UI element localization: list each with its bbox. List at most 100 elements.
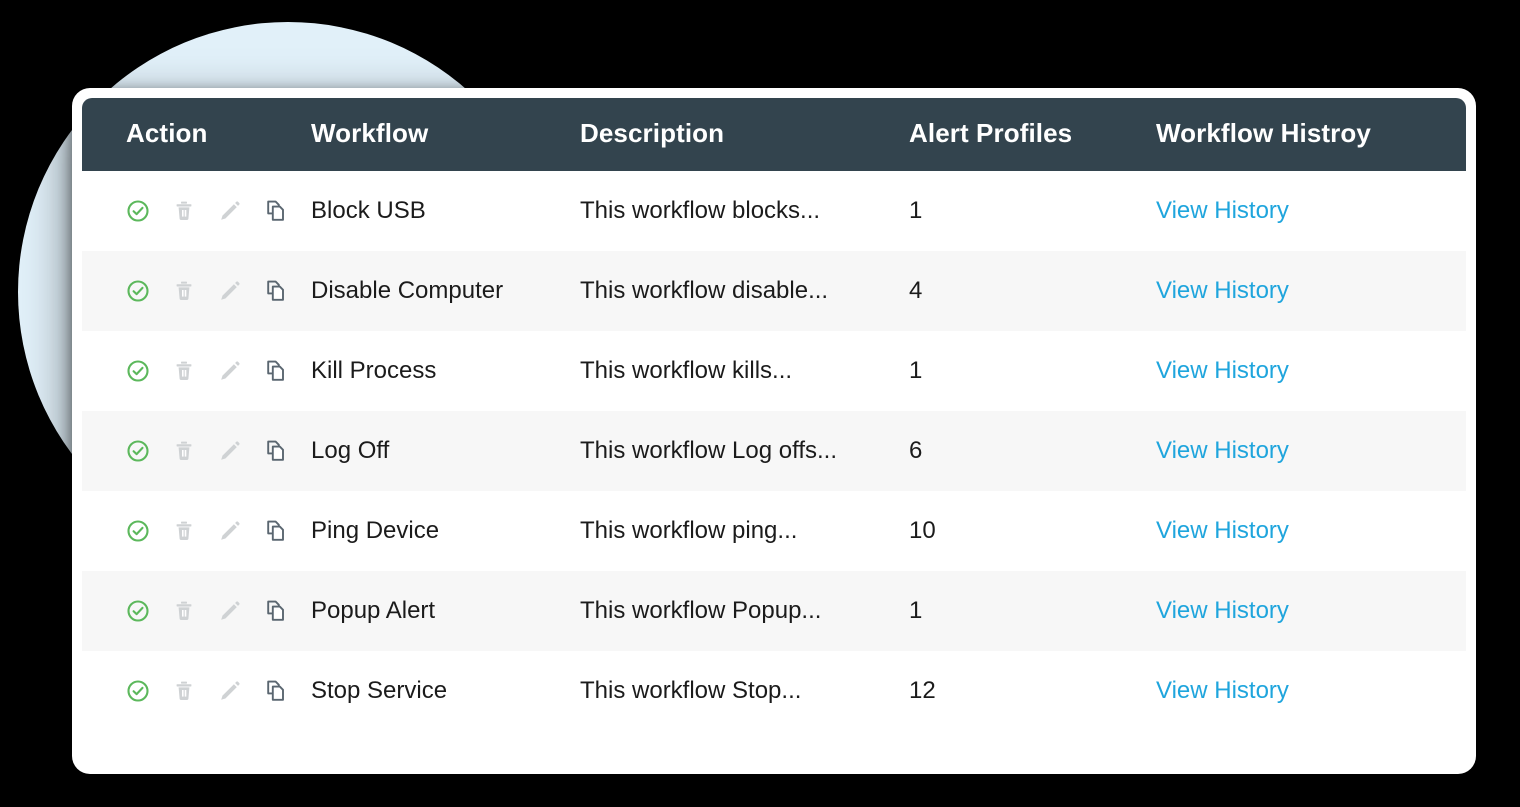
cell-workflow-name: Popup Alert bbox=[297, 571, 562, 651]
workflow-description: This workflow disable... bbox=[580, 277, 829, 304]
cell-alert-profiles: 1 bbox=[887, 571, 1132, 651]
cell-action bbox=[82, 251, 297, 331]
cell-workflow-history: View History bbox=[1132, 411, 1466, 491]
delete-icon[interactable] bbox=[172, 599, 196, 623]
duplicate-icon[interactable] bbox=[264, 439, 288, 463]
workflow-description: This workflow ping... bbox=[580, 517, 798, 544]
view-history-link[interactable]: View History bbox=[1132, 517, 1289, 545]
action-icon-group bbox=[82, 439, 297, 463]
edit-icon[interactable] bbox=[218, 199, 242, 223]
view-history-link[interactable]: View History bbox=[1132, 677, 1289, 705]
enable-icon[interactable] bbox=[126, 679, 150, 703]
alert-profile-count: 1 bbox=[909, 597, 923, 624]
column-header-description: Description bbox=[580, 118, 725, 148]
duplicate-icon[interactable] bbox=[264, 199, 288, 223]
action-icon-group bbox=[82, 599, 297, 623]
enable-icon[interactable] bbox=[126, 199, 150, 223]
action-icon-group bbox=[82, 679, 297, 703]
column-header-workflow: Workflow bbox=[311, 118, 429, 148]
view-history-link[interactable]: View History bbox=[1132, 277, 1289, 305]
delete-icon[interactable] bbox=[172, 279, 196, 303]
duplicate-icon[interactable] bbox=[264, 279, 288, 303]
cell-alert-profiles: 12 bbox=[887, 651, 1132, 731]
table-body: Block USB This workflow blocks... 1 View Hi… bbox=[82, 171, 1466, 731]
edit-icon[interactable] bbox=[218, 439, 242, 463]
delete-icon[interactable] bbox=[172, 199, 196, 223]
edit-icon[interactable] bbox=[218, 679, 242, 703]
cell-description: This workflow disable... bbox=[562, 251, 887, 331]
workflow-name: Ping Device bbox=[311, 517, 440, 544]
view-history-link[interactable]: View History bbox=[1132, 357, 1289, 385]
cell-description: This workflow kills... bbox=[562, 331, 887, 411]
cell-action bbox=[82, 651, 297, 731]
enable-icon[interactable] bbox=[126, 519, 150, 543]
enable-icon[interactable] bbox=[126, 279, 150, 303]
cell-workflow-history: View History bbox=[1132, 651, 1466, 731]
cell-action bbox=[82, 411, 297, 491]
cell-action bbox=[82, 171, 297, 251]
alert-profile-count: 10 bbox=[909, 517, 936, 544]
column-header-alert-profiles: Alert Profiles bbox=[909, 118, 1073, 148]
enable-icon[interactable] bbox=[126, 599, 150, 623]
workflow-description: This workflow Stop... bbox=[580, 677, 802, 704]
cell-workflow-name: Disable Computer bbox=[297, 251, 562, 331]
action-icon-group bbox=[82, 359, 297, 383]
edit-icon[interactable] bbox=[218, 359, 242, 383]
table-row: Popup Alert This workflow Popup... 1 View H… bbox=[82, 571, 1466, 651]
action-icon-group bbox=[82, 199, 297, 223]
table-row: Block USB This workflow blocks... 1 View Hi… bbox=[82, 171, 1466, 251]
workflow-name: Popup Alert bbox=[311, 597, 436, 624]
workflow-description: This workflow kills... bbox=[580, 357, 793, 384]
cell-workflow-name: Log Off bbox=[297, 411, 562, 491]
enable-icon[interactable] bbox=[126, 439, 150, 463]
cell-workflow-history: View History bbox=[1132, 251, 1466, 331]
duplicate-icon[interactable] bbox=[264, 679, 288, 703]
cell-workflow-history: View History bbox=[1132, 571, 1466, 651]
cell-workflow-history: View History bbox=[1132, 331, 1466, 411]
cell-alert-profiles: 1 bbox=[887, 331, 1132, 411]
cell-description: This workflow ping... bbox=[562, 491, 887, 571]
cell-action bbox=[82, 571, 297, 651]
workflow-name: Stop Service bbox=[311, 677, 448, 704]
duplicate-icon[interactable] bbox=[264, 359, 288, 383]
action-icon-group bbox=[82, 519, 297, 543]
duplicate-icon[interactable] bbox=[264, 519, 288, 543]
table-row: Log Off This workflow Log offs... 6 View Hi… bbox=[82, 411, 1466, 491]
column-header-workflow-history: Workflow Histroy bbox=[1156, 118, 1371, 148]
workflow-table: Action Workflow Description Alert Profil… bbox=[82, 98, 1466, 731]
cell-description: This workflow Popup... bbox=[562, 571, 887, 651]
workflow-description: This workflow Log offs... bbox=[580, 437, 837, 464]
column-header-action: Action bbox=[126, 118, 208, 148]
workflow-description: This workflow Popup... bbox=[580, 597, 822, 624]
view-history-link[interactable]: View History bbox=[1132, 197, 1289, 225]
table-header-row: Action Workflow Description Alert Profil… bbox=[82, 98, 1466, 171]
table-row: Stop Service This workflow Stop... 12 View … bbox=[82, 651, 1466, 731]
cell-workflow-name: Stop Service bbox=[297, 651, 562, 731]
edit-icon[interactable] bbox=[218, 279, 242, 303]
cell-alert-profiles: 10 bbox=[887, 491, 1132, 571]
workflow-name: Block USB bbox=[311, 197, 426, 224]
edit-icon[interactable] bbox=[218, 519, 242, 543]
duplicate-icon[interactable] bbox=[264, 599, 288, 623]
workflow-description: This workflow blocks... bbox=[580, 197, 821, 224]
alert-profile-count: 1 bbox=[909, 197, 923, 224]
cell-workflow-name: Block USB bbox=[297, 171, 562, 251]
workflow-card: Action Workflow Description Alert Profil… bbox=[72, 88, 1476, 774]
delete-icon[interactable] bbox=[172, 519, 196, 543]
view-history-link[interactable]: View History bbox=[1132, 437, 1289, 465]
workflow-name: Disable Computer bbox=[311, 277, 504, 304]
view-history-link[interactable]: View History bbox=[1132, 597, 1289, 625]
enable-icon[interactable] bbox=[126, 359, 150, 383]
cell-workflow-history: View History bbox=[1132, 491, 1466, 571]
edit-icon[interactable] bbox=[218, 599, 242, 623]
table-row: Ping Device This workflow ping... 10 View H… bbox=[82, 491, 1466, 571]
delete-icon[interactable] bbox=[172, 679, 196, 703]
delete-icon[interactable] bbox=[172, 439, 196, 463]
table-header: Action Workflow Description Alert Profil… bbox=[82, 98, 1466, 171]
workflow-name: Kill Process bbox=[311, 357, 437, 384]
cell-alert-profiles: 6 bbox=[887, 411, 1132, 491]
action-icon-group bbox=[82, 279, 297, 303]
cell-action bbox=[82, 331, 297, 411]
page-background: Action Workflow Description Alert Profil… bbox=[0, 0, 1520, 807]
delete-icon[interactable] bbox=[172, 359, 196, 383]
